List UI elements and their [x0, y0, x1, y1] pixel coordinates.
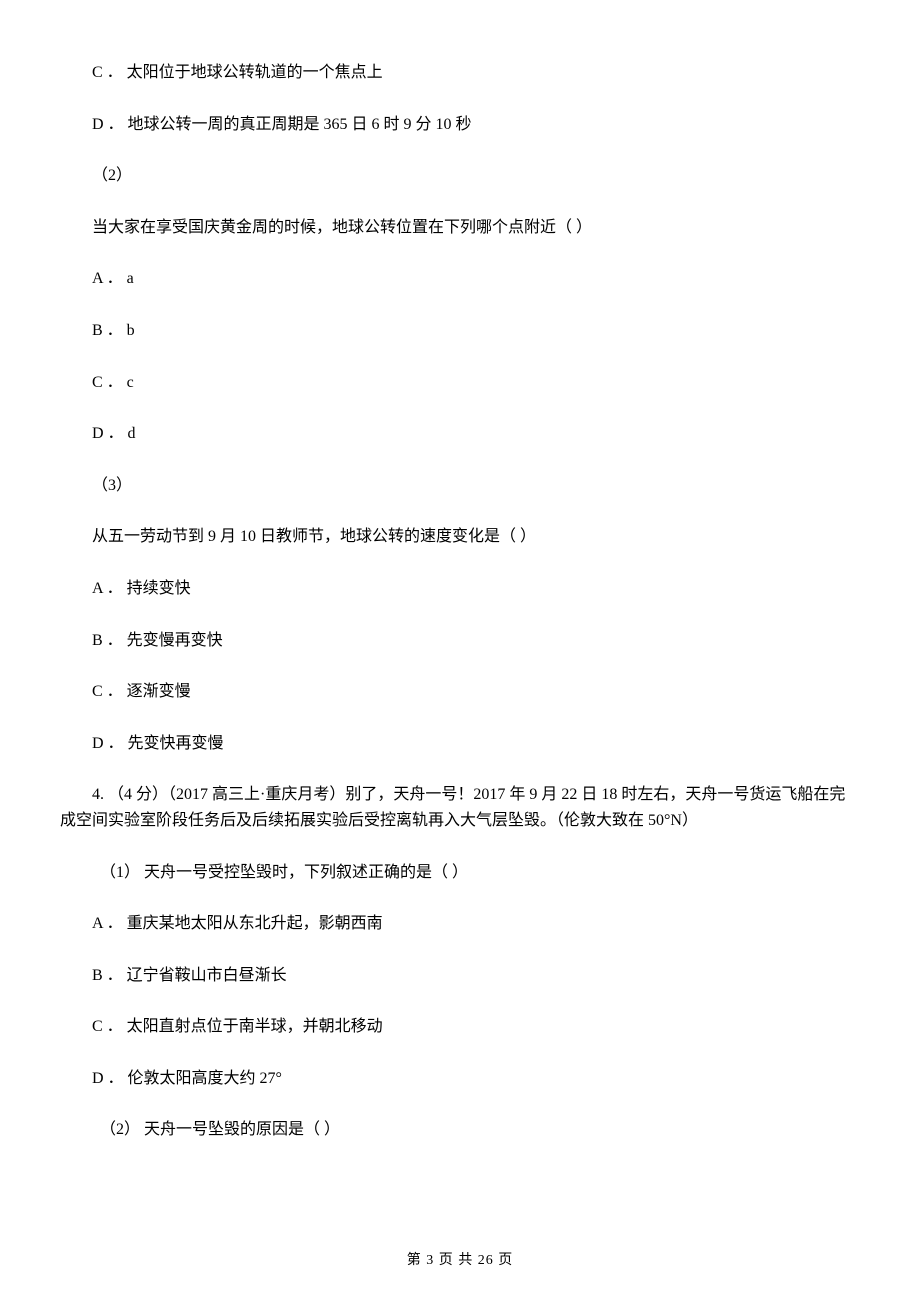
q3-p3-option-a: A ． 持续变快 [60, 576, 860, 602]
q3-p3-option-b: B ． 先变慢再变快 [60, 628, 860, 654]
q3-p1-option-c: C ． 太阳位于地球公转轨道的一个焦点上 [60, 60, 860, 86]
q3-p2-option-a: A ． a [60, 266, 860, 292]
q4-p1-stem: （1） 天舟一号受控坠毁时，下列叙述正确的是（ ） [60, 860, 860, 886]
q4-p1-option-d: D ． 伦敦太阳高度大约 27° [60, 1066, 860, 1092]
q3-p1-option-d: D ． 地球公转一周的真正周期是 365 日 6 时 9 分 10 秒 [60, 112, 860, 138]
q3-p2-option-c: C ． c [60, 370, 860, 396]
q3-p2-label: （2） [60, 163, 860, 189]
q4-p2-stem: （2） 天舟一号坠毁的原因是（ ） [60, 1117, 860, 1143]
q3-p3-option-c: C ． 逐渐变慢 [60, 679, 860, 705]
q3-p3-label: （3） [60, 473, 860, 499]
q3-p3-stem: 从五一劳动节到 9 月 10 日教师节，地球公转的速度变化是（ ） [60, 524, 860, 550]
q4-intro: 4. （4 分）（2017 高三上·重庆月考）别了，天舟一号！2017 年 9 … [60, 782, 860, 833]
q3-p2-option-b: B ． b [60, 318, 860, 344]
q3-p3-option-d: D ． 先变快再变慢 [60, 731, 860, 757]
q3-p2-option-d: D ． d [60, 421, 860, 447]
q4-p1-option-a: A ． 重庆某地太阳从东北升起，影朝西南 [60, 911, 860, 937]
q4-intro-text: 4. （4 分）（2017 高三上·重庆月考）别了，天舟一号！2017 年 9 … [60, 782, 860, 833]
q4-p1-option-b: B ． 辽宁省鞍山市白昼渐长 [60, 963, 860, 989]
page-footer: 第 3 页 共 26 页 [0, 1250, 920, 1272]
q3-p2-stem: 当大家在享受国庆黄金周的时候，地球公转位置在下列哪个点附近（ ） [60, 215, 860, 241]
q4-p1-option-c: C ． 太阳直射点位于南半球，并朝北移动 [60, 1014, 860, 1040]
